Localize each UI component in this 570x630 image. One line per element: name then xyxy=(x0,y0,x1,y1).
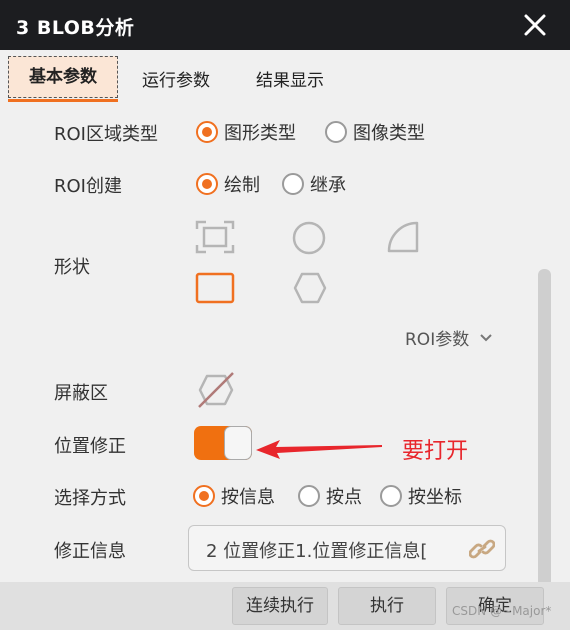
radio-draw[interactable]: 绘制 xyxy=(196,171,260,197)
rectangle-icon[interactable] xyxy=(195,272,235,304)
radio-label: 继承 xyxy=(310,175,346,196)
params-panel: ROI区域类型 图形类型 图像类型 ROI创建 绘制 继承 形状 ROI参数 屏… xyxy=(0,104,570,582)
position-fix-toggle[interactable] xyxy=(194,426,252,460)
mask-icon[interactable] xyxy=(196,370,236,410)
tab-basic-params[interactable]: 基本参数 xyxy=(8,56,118,102)
fix-info-value: 2 位置修正1.位置修正信息[ xyxy=(206,541,428,562)
roi-params-label: ROI参数 xyxy=(405,330,470,350)
link-icon[interactable] xyxy=(469,537,495,561)
radio-label: 图像类型 xyxy=(353,123,425,144)
tab-run-params[interactable]: 运行参数 xyxy=(142,66,210,91)
radio-by-info[interactable]: 按信息 xyxy=(193,483,275,509)
blob-analysis-dialog: 3 BLOB分析 基本参数 运行参数 结果显示 ROI区域类型 图形类型 图像类… xyxy=(0,0,570,630)
radio-selected-icon xyxy=(196,173,218,195)
continuous-run-button[interactable]: 连续执行 xyxy=(232,587,328,625)
fix-info-label: 修正信息 xyxy=(54,541,126,562)
radio-inherit[interactable]: 继承 xyxy=(282,171,346,197)
vertical-scrollbar[interactable] xyxy=(538,269,551,582)
run-button[interactable]: 执行 xyxy=(338,587,436,625)
quarter-circle-icon[interactable] xyxy=(386,220,420,254)
position-fix-label: 位置修正 xyxy=(54,436,126,457)
circle-icon[interactable] xyxy=(291,220,327,256)
radio-unselected-icon xyxy=(298,485,320,507)
mask-area-label: 屏蔽区 xyxy=(54,383,108,404)
hexagon-icon[interactable] xyxy=(292,271,328,305)
shape-label: 形状 xyxy=(54,257,90,278)
watermark-text: CSDN @~Major* xyxy=(452,604,552,618)
annotation-text: 要打开 xyxy=(402,439,469,464)
fix-info-field[interactable]: 2 位置修正1.位置修正信息[ xyxy=(188,525,506,571)
roi-region-type-label: ROI区域类型 xyxy=(54,124,158,145)
radio-image-type[interactable]: 图像类型 xyxy=(325,119,425,145)
radio-selected-icon xyxy=(193,485,215,507)
radio-graphic-type[interactable]: 图形类型 xyxy=(196,119,296,145)
box-select-icon[interactable] xyxy=(194,219,236,255)
radio-selected-icon xyxy=(196,121,218,143)
radio-label: 图形类型 xyxy=(224,123,296,144)
roi-create-label: ROI创建 xyxy=(54,176,122,197)
arrow-annotation-icon xyxy=(256,440,382,459)
radio-label: 按信息 xyxy=(221,487,275,508)
toggle-knob xyxy=(224,426,252,460)
tab-bar: 基本参数 运行参数 结果显示 xyxy=(0,50,570,104)
roi-params-dropdown[interactable]: ROI参数 xyxy=(405,325,493,350)
close-icon[interactable] xyxy=(522,12,548,38)
radio-label: 按坐标 xyxy=(408,487,462,508)
radio-label: 按点 xyxy=(326,487,362,508)
tab-result-display[interactable]: 结果显示 xyxy=(256,66,324,91)
chevron-down-icon xyxy=(480,333,492,341)
select-mode-label: 选择方式 xyxy=(54,488,126,509)
radio-by-point[interactable]: 按点 xyxy=(298,483,362,509)
window-title: 3 BLOB分析 xyxy=(16,17,135,39)
radio-unselected-icon xyxy=(282,173,304,195)
radio-unselected-icon xyxy=(380,485,402,507)
radio-by-coordinate[interactable]: 按坐标 xyxy=(380,483,462,509)
radio-unselected-icon xyxy=(325,121,347,143)
title-bar: 3 BLOB分析 xyxy=(0,0,570,50)
radio-label: 绘制 xyxy=(224,175,260,196)
